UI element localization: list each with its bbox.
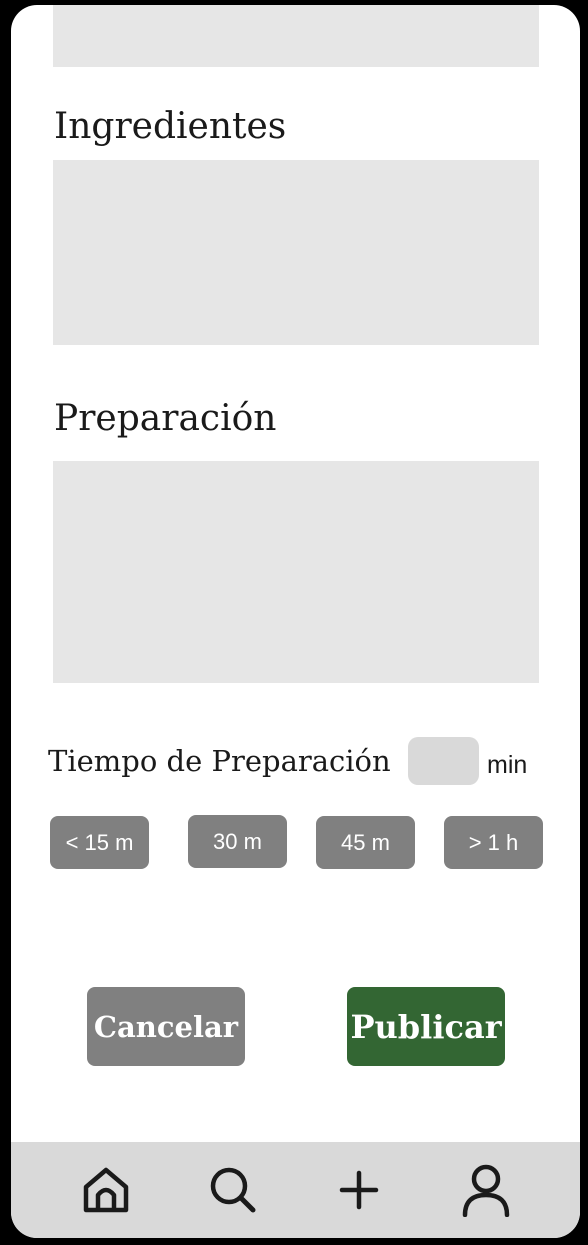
preparation-textarea[interactable]	[53, 461, 539, 683]
previous-field[interactable]	[53, 5, 539, 67]
preparation-title: Preparación	[54, 398, 277, 439]
time-option-over-1h[interactable]: > 1 h	[444, 816, 543, 869]
home-icon	[83, 1167, 129, 1213]
ingredients-title: Ingredientes	[54, 106, 287, 147]
ingredients-textarea[interactable]	[53, 160, 539, 345]
nav-search-button[interactable]	[205, 1162, 261, 1218]
nav-add-button[interactable]	[331, 1162, 387, 1218]
phone-screen: Ingredientes Preparación Tiempo de Prepa…	[11, 5, 580, 1238]
prep-time-unit: min	[487, 751, 528, 779]
prep-time-label: Tiempo de Preparación	[48, 744, 391, 778]
cancel-button[interactable]: Cancelar	[87, 987, 245, 1066]
plus-icon	[339, 1170, 379, 1210]
time-option-45[interactable]: 45 m	[316, 816, 415, 869]
user-icon	[462, 1164, 510, 1217]
nav-profile-button[interactable]	[458, 1162, 514, 1218]
time-option-30[interactable]: 30 m	[188, 815, 287, 868]
search-icon	[210, 1167, 256, 1213]
prep-time-input[interactable]	[408, 737, 479, 785]
bottom-nav	[11, 1142, 580, 1238]
time-option-under-15[interactable]: < 15 m	[50, 816, 149, 869]
nav-home-button[interactable]	[78, 1162, 134, 1218]
publish-button[interactable]: Publicar	[347, 987, 505, 1066]
